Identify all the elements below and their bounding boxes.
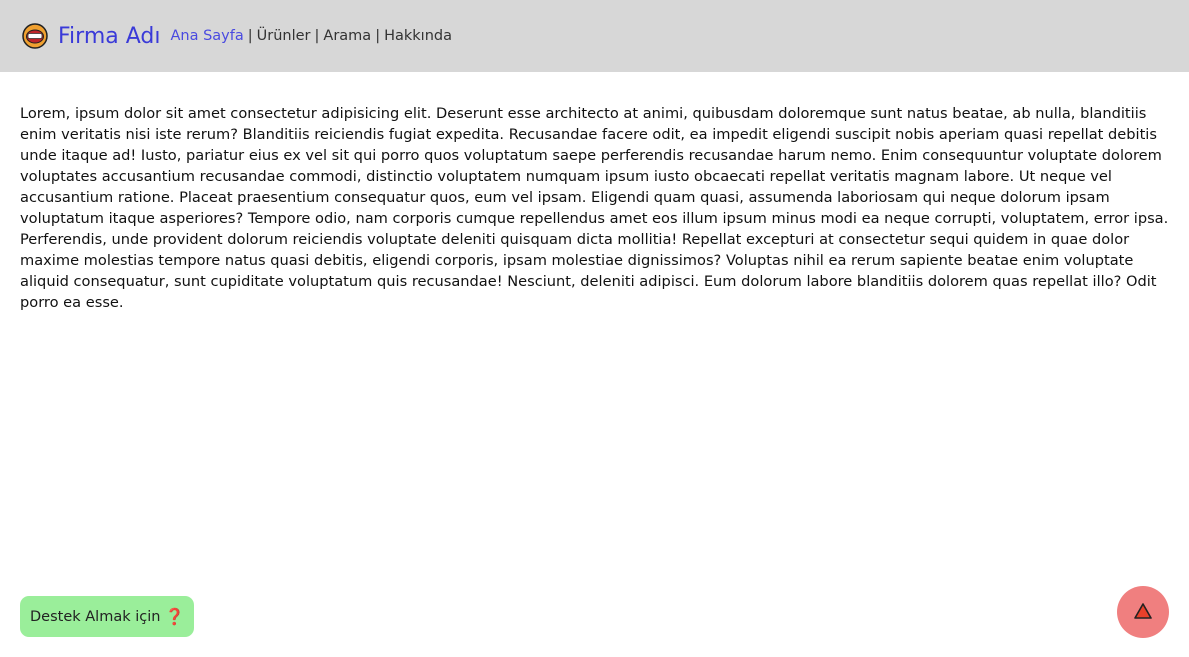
brand-name[interactable]: Firma Adı	[58, 24, 160, 49]
nav-separator: |	[314, 28, 320, 44]
site-header: Firma Adı Ana Sayfa | Ürünler | Arama | …	[0, 0, 1189, 72]
nav-link-home[interactable]: Ana Sayfa	[170, 28, 243, 44]
main-content: Lorem, ipsum dolor sit amet consectetur …	[20, 103, 1172, 313]
support-button-label: Destek Almak için	[30, 608, 161, 625]
nav-link-about[interactable]: Hakkında	[384, 28, 452, 44]
nav-separator: |	[375, 28, 381, 44]
nav-link-products[interactable]: Ürünler	[257, 28, 311, 44]
mouth-emoji-icon[interactable]	[22, 23, 48, 49]
scroll-to-top-button[interactable]	[1117, 586, 1169, 638]
support-button[interactable]: Destek Almak için ❓	[20, 596, 195, 637]
main-nav: Ana Sayfa | Ürünler | Arama | Hakkında	[170, 28, 452, 44]
triangle-up-icon	[1133, 602, 1153, 623]
body-paragraph: Lorem, ipsum dolor sit amet consectetur …	[20, 105, 1169, 311]
red-question-mark-icon: ❓	[164, 606, 185, 626]
nav-link-search[interactable]: Arama	[323, 28, 371, 44]
nav-separator: |	[247, 28, 253, 44]
